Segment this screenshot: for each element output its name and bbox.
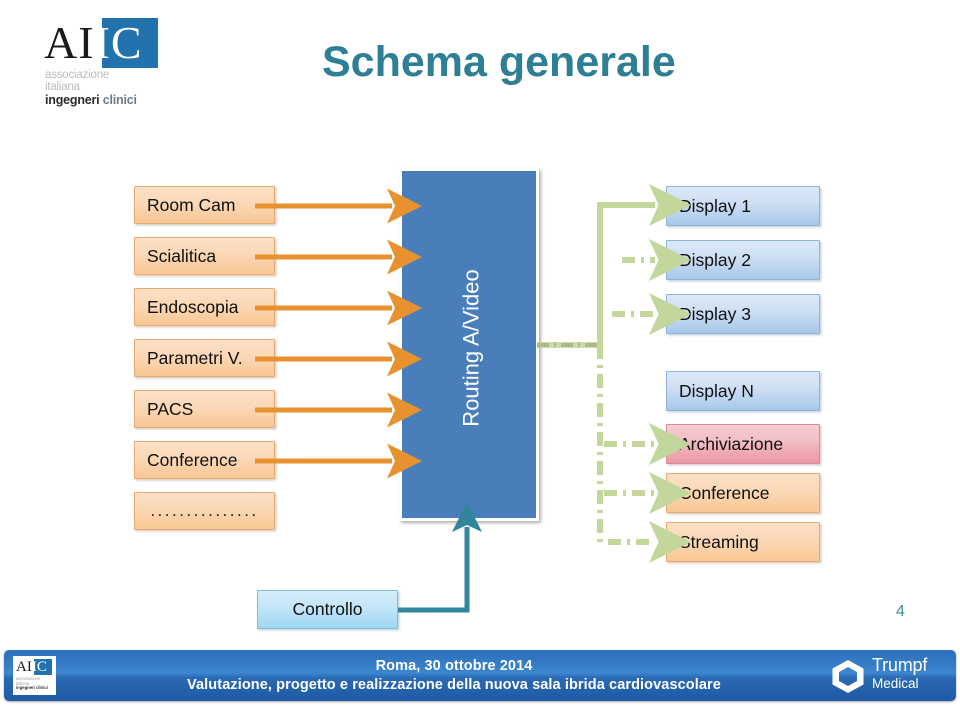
source-box-endoscopia[interactable]: Endoscopia bbox=[134, 288, 275, 326]
slide-canvas: AIIC associazione italiana ingegneri cli… bbox=[0, 0, 960, 705]
aiic-sub-line2: italiana bbox=[45, 80, 80, 93]
output-box-display-3[interactable]: Display 3 bbox=[666, 294, 820, 334]
output-label: Display N bbox=[679, 380, 754, 401]
hexagon-cube-icon bbox=[832, 660, 864, 693]
aiic-logo-tagline: ingegneri clinici bbox=[45, 94, 137, 107]
trunk-up-to-display-1 bbox=[597, 184, 691, 345]
source-label: Parametri V. bbox=[147, 347, 243, 368]
output-label: Display 1 bbox=[679, 195, 751, 216]
control-arrow bbox=[398, 502, 482, 613]
source-box-parametri-v[interactable]: Parametri V. bbox=[134, 339, 275, 377]
page-title: Schema generale bbox=[322, 38, 676, 86]
aiic-logo: AIIC associazione italiana ingegneri cli… bbox=[44, 18, 174, 108]
output-branch-group bbox=[604, 239, 691, 563]
control-label: Controllo bbox=[292, 599, 363, 619]
trumpf-wordmark: Trumpf Medical bbox=[872, 656, 927, 691]
aiic-sub-line1: associazione bbox=[45, 69, 110, 81]
aiic-logo-subtitle: associazione italiana bbox=[45, 69, 110, 93]
output-label: Archiviazione bbox=[679, 433, 784, 454]
source-box-room-cam[interactable]: Room Cam bbox=[134, 186, 275, 224]
trumpf-subtitle: Medical bbox=[872, 676, 919, 691]
source-box-scialitica[interactable]: Scialitica bbox=[134, 237, 275, 275]
output-box-conference[interactable]: Conference bbox=[666, 473, 820, 513]
slide-footer: AIIC associazione italiana ingegneri cli… bbox=[4, 650, 956, 701]
output-box-display-2[interactable]: Display 2 bbox=[666, 240, 820, 280]
output-label: Streaming bbox=[679, 531, 759, 552]
output-box-streaming[interactable]: Streaming bbox=[666, 522, 820, 562]
aiic-tagline-gray: clinici bbox=[102, 93, 137, 107]
output-box-archiviazione[interactable]: Archiviazione bbox=[666, 424, 820, 464]
aiic-logo-mark: AIIC bbox=[44, 18, 164, 68]
output-label: Conference bbox=[679, 482, 770, 503]
routing-av-label-wrap: Routing A/Video bbox=[402, 171, 542, 524]
input-arrow-group bbox=[255, 188, 422, 479]
trumpf-medical-logo: Trumpf Medical bbox=[830, 656, 942, 694]
source-box-ellipsis[interactable]: ............... bbox=[134, 492, 275, 530]
routing-av-box[interactable]: Routing A/Video bbox=[399, 168, 539, 521]
source-label: Room Cam bbox=[147, 194, 236, 215]
control-box[interactable]: Controllo bbox=[257, 590, 398, 629]
aiic-logo-letters: AIIC bbox=[44, 18, 164, 68]
page-number: 4 bbox=[896, 603, 905, 620]
routing-av-label: Routing A/Video bbox=[459, 268, 485, 427]
footer-event-date: Roma, 30 ottobre 2014 bbox=[375, 658, 533, 674]
footer-event-subtitle: Valutazione, progetto e realizzazione de… bbox=[187, 677, 721, 693]
source-box-conference[interactable]: Conference bbox=[134, 441, 275, 479]
source-label: ............... bbox=[150, 501, 259, 520]
aiic-letters-light: IC bbox=[94, 17, 143, 68]
output-box-display-n[interactable]: Display N bbox=[666, 371, 820, 411]
source-label: Scialitica bbox=[147, 245, 217, 266]
source-box-pacs[interactable]: PACS bbox=[134, 390, 275, 428]
trumpf-name: Trumpf bbox=[872, 655, 928, 675]
source-label: Conference bbox=[147, 449, 238, 470]
output-label: Display 3 bbox=[679, 303, 751, 324]
output-box-display-1[interactable]: Display 1 bbox=[666, 186, 820, 226]
aiic-letters-dark: AI bbox=[44, 17, 95, 68]
output-label: Display 2 bbox=[679, 249, 751, 270]
output-trunk-group bbox=[537, 184, 691, 545]
source-label: Endoscopia bbox=[147, 296, 239, 317]
source-label: PACS bbox=[147, 398, 194, 419]
aiic-tagline-bold: ingegneri bbox=[45, 93, 100, 107]
